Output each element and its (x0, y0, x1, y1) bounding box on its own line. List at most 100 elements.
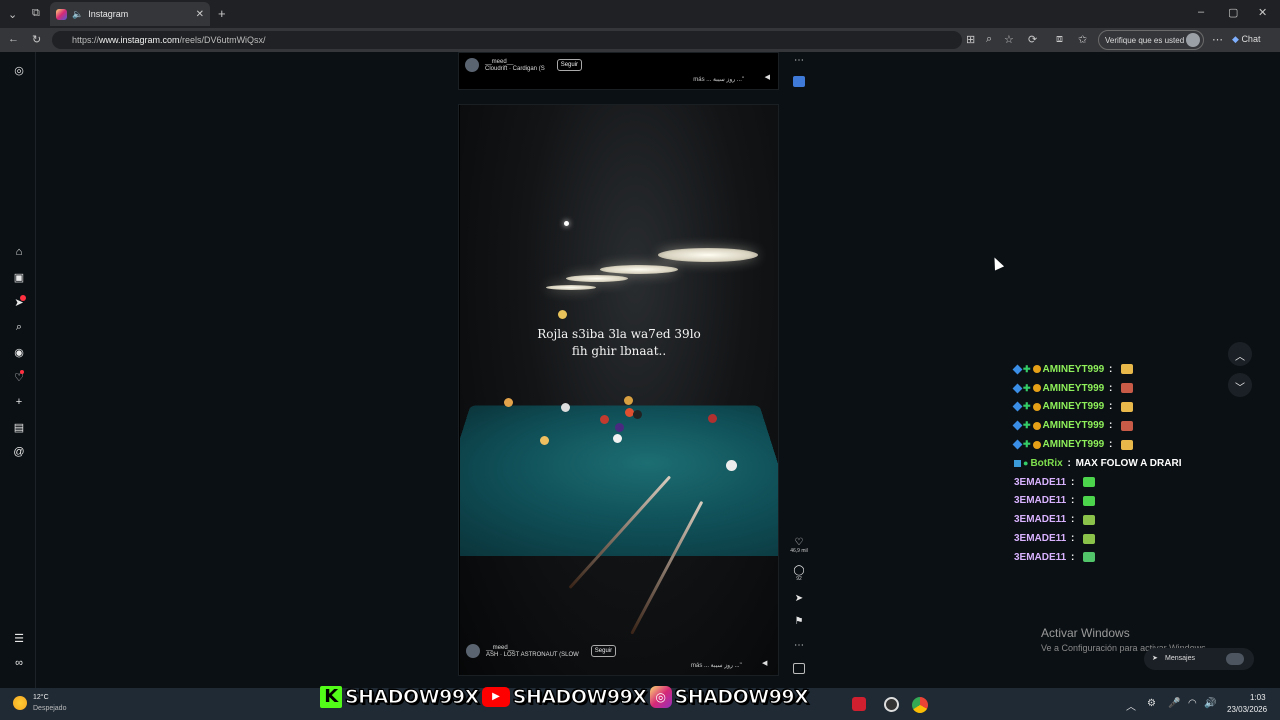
badge-icon (1032, 365, 1041, 374)
profile-verify-button[interactable]: Verifique que es usted (1098, 30, 1204, 50)
split-screen-icon[interactable]: ⧈ (1056, 33, 1063, 46)
tray-app-icon[interactable]: ⚙ (1147, 698, 1156, 709)
heart-icon[interactable]: ♡ (12, 371, 26, 384)
reload-icon[interactable]: ↻ (32, 33, 41, 46)
reel-caption-more[interactable]: más ... روز سيبة ..." (693, 76, 744, 83)
tab-list-icon[interactable]: ⌄ (8, 8, 17, 21)
chat-username[interactable]: 3EMADE11 (1014, 477, 1066, 488)
apps-icon[interactable]: ⊞ (966, 33, 975, 46)
chat-username[interactable]: AMINEYT999 (1043, 420, 1105, 431)
banner-text: SHADOW99X (345, 686, 480, 709)
chat-separator: : (1068, 495, 1078, 507)
favorite-star-icon[interactable]: ☆ (1004, 33, 1014, 46)
microphone-icon[interactable]: 🎤 (1168, 698, 1180, 709)
wifi-icon[interactable]: ◠ (1188, 698, 1197, 709)
volume-icon[interactable]: 🔊 (1204, 698, 1216, 709)
ball-shape (504, 398, 513, 407)
chat-username[interactable]: 3EMADE11 (1014, 533, 1066, 544)
chat-message: ● BotRix : MAX FOLOW A DRARI (1014, 454, 1214, 473)
taskbar-app-icon[interactable] (884, 697, 899, 712)
chrome-taskbar-icon[interactable] (912, 697, 928, 713)
chat-username[interactable]: 3EMADE11 (1014, 495, 1066, 506)
badge-icon: ✚ (1023, 420, 1031, 431)
ball-shape (615, 423, 624, 432)
tray-chevron-icon[interactable]: ︿ (1126, 698, 1136, 713)
explore-icon[interactable]: ◉ (12, 346, 26, 359)
scroll-down-icon[interactable]: ﹀ (1228, 373, 1252, 397)
tab-instagram[interactable]: 🔈 Instagram ✕ (50, 2, 210, 26)
chat-username[interactable]: BotRix (1030, 458, 1062, 469)
reel-previous[interactable]: __meed__ Cloudrift · Cardigan (S Seguir … (458, 52, 779, 90)
save-icon[interactable]: ⚑ (790, 616, 808, 627)
ball-shape (624, 396, 633, 405)
clock-time[interactable]: 1:03 (1250, 693, 1266, 702)
create-icon[interactable]: + (12, 396, 26, 408)
youtube-logo-icon: ▶ (481, 687, 510, 707)
maximize-icon[interactable]: ▢ (1228, 6, 1238, 19)
chat-username[interactable]: AMINEYT999 (1043, 383, 1105, 394)
threads-icon[interactable]: @ (12, 446, 26, 458)
chat-username[interactable]: 3EMADE11 (1014, 514, 1066, 525)
reels-icon[interactable]: ▣ (12, 271, 26, 284)
like-count: 46,9 mil (790, 548, 808, 554)
mute-icon[interactable]: ◀ (765, 73, 770, 81)
follow-button[interactable]: Seguir (556, 59, 583, 71)
search-icon[interactable]: ⌕ (12, 321, 26, 334)
close-window-icon[interactable]: ✕ (1258, 6, 1267, 19)
reel-username[interactable]: __meed__ (485, 59, 545, 65)
audio-thumbnail-icon[interactable] (793, 663, 805, 674)
chat-username[interactable]: AMINEYT999 (1043, 364, 1105, 375)
meta-icon[interactable]: ∞ (12, 657, 26, 669)
copilot-chat-button[interactable]: ◆ Chat (1232, 34, 1260, 45)
ball-shape (558, 310, 567, 319)
clock-date[interactable]: 23/03/2026 (1227, 705, 1267, 714)
zoom-icon[interactable]: ⌕ (986, 33, 992, 46)
dashboard-icon[interactable]: ▤ (12, 421, 26, 434)
taskbar-app-icon[interactable] (852, 697, 866, 711)
profile-avatar-icon (1186, 33, 1200, 47)
extensions-icon[interactable]: ⟳ (1028, 33, 1037, 46)
scroll-up-icon[interactable]: ︿ (1228, 342, 1252, 366)
like-button[interactable]: ♡ 46,9 mil (790, 537, 808, 554)
stream-chat-overlay: ✚ AMINEYT999 : ✚ AMINEYT999 : ✚ AMINEYT9… (1012, 360, 1214, 567)
home-icon[interactable]: ⌂ (12, 246, 26, 258)
chat-message: ✚ AMINEYT999 : (1012, 435, 1214, 454)
weather-condition[interactable]: Despejado (33, 705, 66, 712)
new-tab-icon[interactable]: + (218, 6, 226, 21)
reel-audio[interactable]: ASH · LOST ASTRONAUT (SLOW (486, 652, 579, 658)
reel-video-frame[interactable] (460, 105, 778, 675)
avatar[interactable] (465, 58, 479, 72)
more-options-icon[interactable]: ⋯ (790, 55, 808, 66)
caption-line: Rojla s3iba 3la wa7ed 39lo (537, 327, 701, 341)
close-tab-icon[interactable]: ✕ (196, 9, 204, 20)
audio-thumbnail-icon[interactable] (793, 76, 805, 87)
chat-separator: : (1068, 514, 1078, 526)
url-input[interactable]: https://www.instagram.com/reels/DV6utmWi… (52, 31, 962, 49)
weather-sun-icon[interactable] (13, 696, 27, 710)
instagram-icon[interactable]: ◎ (12, 64, 26, 77)
speaker-icon[interactable]: 🔈 (72, 9, 83, 20)
favorites-icon[interactable]: ✩ (1078, 33, 1087, 46)
ball-shape (726, 460, 737, 471)
back-icon[interactable]: ← (8, 33, 19, 45)
messages-button[interactable]: ➤ Mensajes (1144, 648, 1254, 670)
avatar (1226, 653, 1244, 665)
follow-button[interactable]: Seguir (590, 645, 617, 657)
reel-username[interactable]: __meed__ (486, 645, 579, 651)
weather-temperature[interactable]: 12°C (33, 694, 49, 701)
more-menu-icon[interactable]: ⋯ (1212, 33, 1223, 46)
more-options-icon[interactable]: ⋯ (790, 640, 808, 651)
minimize-icon[interactable]: – (1198, 6, 1204, 18)
menu-icon[interactable]: ☰ (12, 632, 26, 645)
avatar[interactable] (466, 644, 480, 658)
ball-shape (633, 410, 642, 419)
reel-audio[interactable]: Cloudrift · Cardigan (S (485, 66, 545, 72)
chat-username[interactable]: 3EMADE11 (1014, 552, 1066, 563)
comment-button[interactable]: ◯ 92 (790, 565, 808, 582)
workspaces-icon[interactable]: ⧉ (32, 7, 40, 20)
share-icon[interactable]: ➤ (790, 593, 808, 604)
emote-icon (1121, 401, 1134, 412)
chat-username[interactable]: AMINEYT999 (1043, 401, 1105, 412)
chat-username[interactable]: AMINEYT999 (1043, 439, 1105, 450)
kick-logo-icon: K (320, 686, 342, 708)
